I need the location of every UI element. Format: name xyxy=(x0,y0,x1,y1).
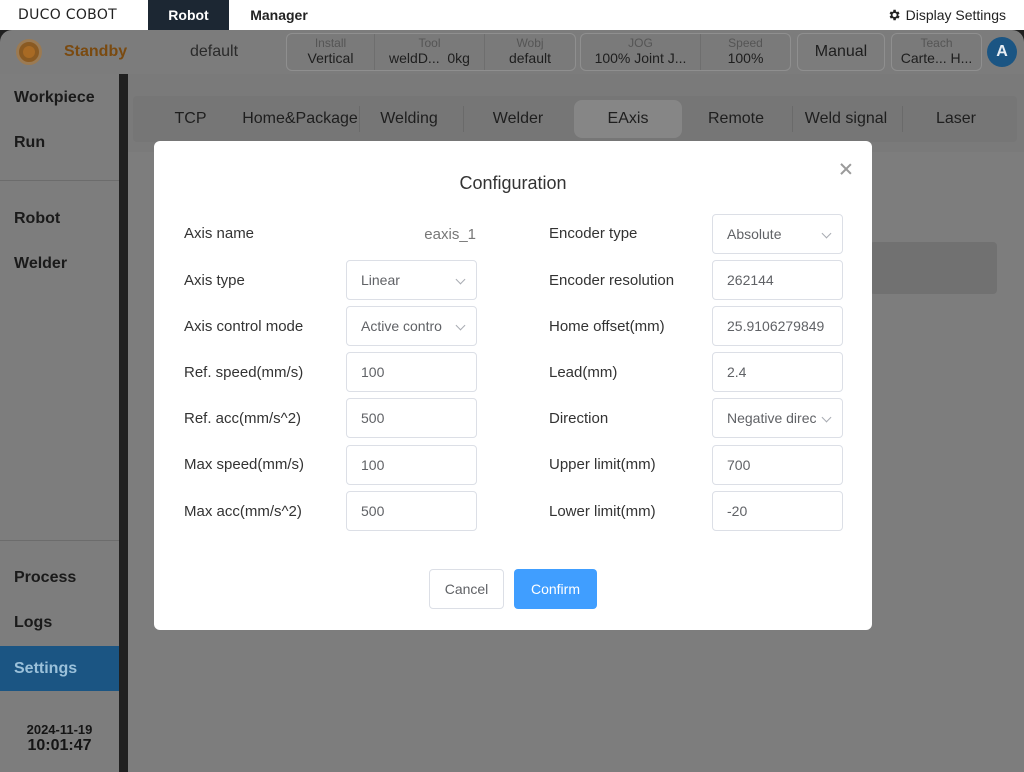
sidebar-divider xyxy=(0,540,119,541)
install-label: Install xyxy=(314,36,347,50)
teach-panel[interactable]: Teach Carte... H... xyxy=(891,33,982,71)
speed-cell[interactable]: Speed 100% xyxy=(701,34,790,70)
speed-value: 100% xyxy=(727,50,764,66)
tab-eaxis[interactable]: EAxis xyxy=(574,100,682,138)
axis-type-label: Axis type xyxy=(184,272,245,289)
datetime: 2024-11-19 10:01:47 xyxy=(0,722,119,755)
ref-speed-input[interactable]: 100 xyxy=(346,352,477,392)
sidebar-item-robot[interactable]: Robot xyxy=(0,196,119,241)
app-logo: DUCO COBOT xyxy=(18,7,117,23)
configuration-dialog: Configuration Axis name eaxis_1 Axis typ… xyxy=(154,141,872,630)
sidebar-item-process[interactable]: Process xyxy=(0,555,119,600)
jog-cell[interactable]: JOG 100% Joint J... xyxy=(581,34,701,70)
tab-welder[interactable]: Welder xyxy=(463,100,573,138)
direction-select[interactable]: Negative direc xyxy=(712,398,843,438)
tab-welding[interactable]: Welding xyxy=(359,100,459,138)
confirm-button[interactable]: Confirm xyxy=(514,569,597,609)
axis-name-value: eaxis_1 xyxy=(424,226,476,243)
chevron-down-icon xyxy=(821,228,832,239)
sidebar-item-welder[interactable]: Welder xyxy=(0,241,119,286)
encoder-type-value: Absolute xyxy=(727,226,782,242)
gear-icon xyxy=(889,9,900,21)
axis-control-mode-select[interactable]: Active contro xyxy=(346,306,477,346)
manual-mode-button[interactable]: Manual xyxy=(797,33,885,71)
wobj-label: Wobj xyxy=(516,36,544,50)
lead-label: Lead(mm) xyxy=(549,364,618,381)
ref-acc-label: Ref. acc(mm/s^2) xyxy=(184,410,302,427)
tool-cell[interactable]: Tool weldD... 0kg xyxy=(375,34,485,70)
jog-label: JOG xyxy=(628,36,653,50)
axis-name-label: Axis name xyxy=(184,225,255,242)
encoder-type-select[interactable]: Absolute xyxy=(712,214,843,254)
encoder-resolution-label: Encoder resolution xyxy=(549,272,675,289)
chevron-down-icon xyxy=(821,412,832,423)
wobj-value: default xyxy=(508,50,552,66)
axis-control-mode-label: Axis control mode xyxy=(184,318,304,335)
axis-control-mode-value: Active contro xyxy=(361,318,442,334)
max-acc-label: Max acc(mm/s^2) xyxy=(184,503,302,520)
robot-state: Standby xyxy=(64,43,128,60)
chevron-down-icon xyxy=(455,274,466,285)
display-settings-label: Display Settings xyxy=(905,7,1006,23)
status-indicator-icon xyxy=(16,39,42,65)
cancel-button[interactable]: Cancel xyxy=(429,569,504,609)
avatar[interactable]: A xyxy=(987,37,1017,67)
sidebar-item-logs[interactable]: Logs xyxy=(0,600,119,645)
lower-limit-input[interactable]: -20 xyxy=(712,491,843,531)
sidebar: Workpiece Run Robot Welder Process Logs … xyxy=(0,74,119,772)
speed-label: Speed xyxy=(728,36,763,50)
encoder-resolution-input[interactable]: 262144 xyxy=(712,260,843,300)
axis-type-select[interactable]: Linear xyxy=(346,260,477,300)
install-value: Vertical xyxy=(307,50,354,66)
home-offset-label: Home offset(mm) xyxy=(549,318,665,335)
teach-value: Carte... H... xyxy=(900,50,973,66)
jog-value: 100% Joint J... xyxy=(594,50,687,66)
tab-laser[interactable]: Laser xyxy=(902,100,1010,138)
teach-label: Teach xyxy=(920,36,953,50)
tab-home-package[interactable]: Home&Package xyxy=(241,100,359,138)
display-settings-button[interactable]: Display Settings xyxy=(887,7,1006,23)
settings-subtabs: TCP Home&Package Welding Welder EAxis Re… xyxy=(133,96,1017,142)
sidebar-item-run[interactable]: Run xyxy=(0,120,119,165)
close-icon[interactable] xyxy=(838,161,854,177)
teach-cell[interactable]: Teach Carte... H... xyxy=(892,34,981,70)
axis-type-value: Linear xyxy=(361,272,400,288)
current-time: 10:01:47 xyxy=(27,737,92,754)
tab-remote[interactable]: Remote xyxy=(683,100,789,138)
chevron-down-icon xyxy=(455,320,466,331)
direction-label: Direction xyxy=(549,410,609,427)
install-cell[interactable]: Install Vertical xyxy=(287,34,375,70)
wobj-cell[interactable]: Wobj default xyxy=(485,34,575,70)
jog-speed-panel[interactable]: JOG 100% Joint J... Speed 100% xyxy=(580,33,791,71)
upper-limit-label: Upper limit(mm) xyxy=(549,456,656,473)
top-bar: DUCO COBOT Robot Manager Display Setting… xyxy=(0,0,1024,30)
tool-value: weldD... 0kg xyxy=(389,50,470,66)
tool-label: Tool xyxy=(418,36,441,50)
lower-limit-label: Lower limit(mm) xyxy=(549,503,656,520)
robot-config-panel[interactable]: Install Vertical Tool weldD... 0kg Wobj … xyxy=(286,33,576,71)
direction-value: Negative direc xyxy=(727,410,816,426)
max-speed-input[interactable]: 100 xyxy=(346,445,477,485)
sidebar-item-settings[interactable]: Settings xyxy=(0,646,119,691)
panel-header-box xyxy=(870,242,997,294)
ref-speed-label: Ref. speed(mm/s) xyxy=(184,364,304,381)
tab-manager[interactable]: Manager xyxy=(229,0,329,30)
encoder-type-label: Encoder type xyxy=(549,225,638,242)
sidebar-item-workpiece[interactable]: Workpiece xyxy=(0,75,119,120)
current-date: 2024-11-19 xyxy=(26,722,93,737)
lead-input[interactable]: 2.4 xyxy=(712,352,843,392)
tab-robot[interactable]: Robot xyxy=(148,0,229,30)
program-name: default xyxy=(190,43,239,60)
tab-tcp[interactable]: TCP xyxy=(143,100,238,138)
max-speed-label: Max speed(mm/s) xyxy=(184,456,305,473)
ref-acc-input[interactable]: 500 xyxy=(346,398,477,438)
tab-weld-signal[interactable]: Weld signal xyxy=(792,100,900,138)
home-offset-input[interactable]: 25.9106279849 xyxy=(712,306,843,346)
dialog-title: Configuration xyxy=(459,173,567,193)
upper-limit-input[interactable]: 700 xyxy=(712,445,843,485)
status-bar: Standby default Install Vertical Tool we… xyxy=(0,30,1024,74)
max-acc-input[interactable]: 500 xyxy=(346,491,477,531)
sidebar-divider xyxy=(0,180,119,181)
